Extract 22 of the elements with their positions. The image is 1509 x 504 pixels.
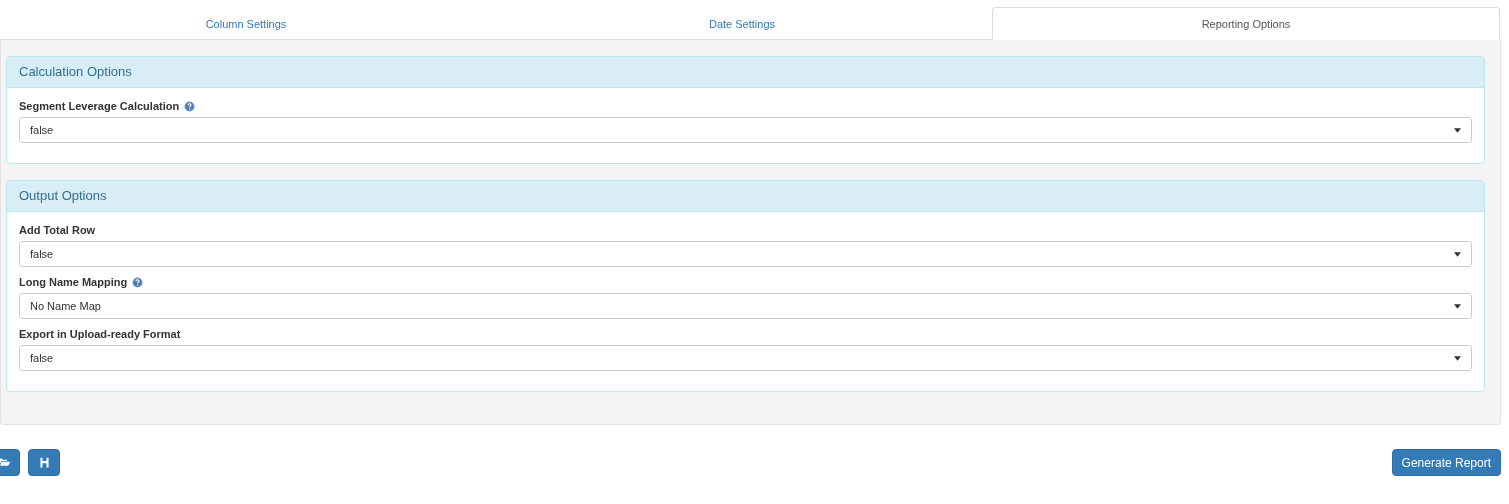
tab[interactable]: Date Settings [492, 7, 992, 40]
select-field[interactable]: false [19, 345, 1472, 371]
select-field[interactable]: false [19, 241, 1472, 267]
folder-icon [0, 456, 11, 469]
select-field[interactable]: No Name Map [19, 293, 1472, 319]
caret-icon [1454, 127, 1461, 133]
caret-icon [1454, 303, 1461, 309]
generate-report-button[interactable]: Generate Report [1391, 449, 1501, 476]
tab[interactable]: Column Settings [0, 7, 492, 40]
caret-icon [1454, 355, 1461, 361]
field-label: Export in Upload-ready Format [19, 328, 181, 340]
panel-title: Calculation Options [7, 57, 1484, 88]
save-button[interactable] [28, 449, 60, 476]
field-label: Segment Leverage Calculation [19, 100, 180, 112]
tab[interactable]: Reporting Options [992, 7, 1500, 40]
panel-title: Output Options [7, 181, 1484, 212]
field-label: Long Name Mapping [19, 276, 128, 288]
select-field[interactable]: false [19, 117, 1472, 143]
help-icon[interactable] [132, 276, 144, 288]
help-icon[interactable] [184, 100, 196, 112]
field-label: Add Total Row [19, 224, 96, 236]
caret-icon [1454, 251, 1461, 257]
